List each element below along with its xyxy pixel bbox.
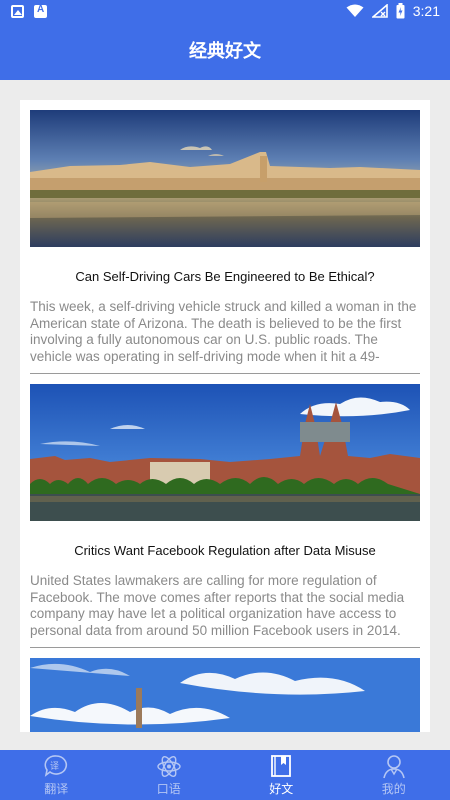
status-time: 3:21: [412, 3, 440, 19]
svg-text:译: 译: [50, 761, 59, 772]
article-title[interactable]: Critics Want Facebook Regulation after D…: [30, 542, 420, 560]
nav-label: 口语: [156, 782, 181, 796]
nav-label: 好文: [269, 782, 294, 796]
article-summary: This week, a self-driving vehicle struck…: [30, 299, 417, 364]
nav-label: 翻译: [44, 782, 69, 796]
bottom-nav: 译 翻译 口语 好文 我的: [0, 750, 450, 800]
image-notification-icon: [11, 5, 24, 18]
article-summary: United States lawmakers are calling for …: [30, 573, 405, 638]
wifi-icon: [346, 4, 364, 17]
nav-tab-speaking[interactable]: 口语: [113, 750, 226, 800]
page-title: 经典好文: [189, 41, 261, 62]
nav-tab-profile[interactable]: 我的: [338, 750, 450, 800]
atom-icon: [157, 756, 181, 777]
article-card[interactable]: Critics Want Facebook Regulation after D…: [20, 374, 430, 648]
nav-tab-articles[interactable]: 好文: [225, 750, 338, 800]
no-signal-icon: [371, 4, 388, 18]
article-card[interactable]: Can Self-Driving Cars Be Engineered to B…: [20, 100, 430, 374]
article-title[interactable]: Can Self-Driving Cars Be Engineered to B…: [30, 268, 420, 286]
article-list[interactable]: Can Self-Driving Cars Be Engineered to B…: [20, 100, 430, 732]
florence-river-photo[interactable]: [30, 110, 420, 247]
sky-tower-photo[interactable]: [30, 658, 420, 732]
nav-label: 我的: [381, 782, 406, 796]
font-notification-icon: [34, 4, 47, 18]
person-icon: [382, 755, 405, 779]
book-icon: [271, 755, 292, 777]
nav-tab-translate[interactable]: 译 翻译: [0, 750, 113, 800]
battery-charging-icon: [396, 3, 405, 19]
article-card[interactable]: [20, 648, 430, 732]
translate-icon: 译: [44, 755, 68, 777]
status-bar: 3:21: [0, 0, 450, 26]
bremen-waterfront-photo[interactable]: [30, 384, 420, 521]
app-bar: 经典好文: [0, 26, 450, 80]
